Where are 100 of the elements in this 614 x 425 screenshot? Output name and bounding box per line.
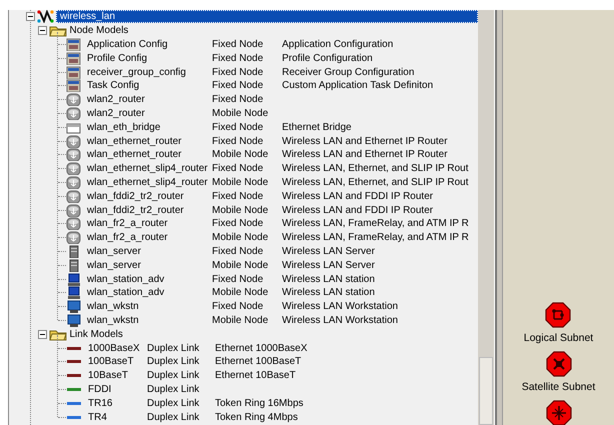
model-type: Duplex Link xyxy=(147,342,200,356)
router-icon xyxy=(66,217,81,230)
tree-item[interactable]: wireless_lan xyxy=(56,10,478,24)
model-name[interactable]: TR16 xyxy=(82,396,147,411)
model-description: Ethernet 100BaseT xyxy=(215,355,302,370)
model-name[interactable]: wlan_station_adv xyxy=(81,272,212,287)
scrollbar[interactable] xyxy=(478,10,494,425)
model-name[interactable]: wlan_ethernet_slip4_router xyxy=(81,174,212,190)
model-name[interactable]: receiver_group_config xyxy=(81,64,212,80)
model-name[interactable]: wlan_station_adv xyxy=(81,285,212,300)
collapse-toggle[interactable] xyxy=(38,26,47,36)
model-description: Wireless LAN Workstation xyxy=(282,300,398,314)
model-description: Custom Application Task Definiton xyxy=(282,79,434,94)
model-type: Fixed Node xyxy=(212,272,264,287)
model-type: Duplex Link xyxy=(147,410,200,425)
folder-icon xyxy=(49,328,67,341)
model-type: Mobile Node xyxy=(212,286,270,300)
model-name[interactable]: wlan_fddi2_tr2_router xyxy=(81,202,212,218)
model-name[interactable]: Application Config xyxy=(81,37,212,52)
computer-icon xyxy=(66,314,81,327)
model-name[interactable]: wlan_fr2_a_router xyxy=(81,230,212,246)
subnet-icon[interactable] xyxy=(546,350,572,377)
model-type: Fixed Node xyxy=(212,93,264,108)
model-name[interactable]: 100BaseT xyxy=(82,354,147,370)
router-icon xyxy=(66,231,81,244)
model-name[interactable]: wlan_wkstn xyxy=(81,312,212,328)
router-icon xyxy=(66,176,81,189)
model-description: Wireless LAN Workstation xyxy=(282,314,398,328)
model-description: Wireless LAN station xyxy=(282,286,375,300)
computer-icon xyxy=(66,272,81,286)
subnet-label: Satellite Subnet xyxy=(522,380,596,395)
model-description: Wireless LAN Server xyxy=(282,244,375,259)
model-description: Profile Configuration xyxy=(282,52,373,66)
model-type: Duplex Link xyxy=(147,369,200,384)
model-description: Wireless LAN, FrameRelay, and ATM IP R xyxy=(282,231,469,246)
model-name[interactable]: 10BaseT xyxy=(82,368,147,384)
model-description: Token Ring 16Mbps xyxy=(215,396,304,411)
config-icon xyxy=(66,79,81,92)
model-type: Duplex Link xyxy=(147,355,200,370)
model-name[interactable]: wlan_fddi2_tr2_router xyxy=(81,188,212,204)
model-type: Fixed Node xyxy=(212,52,264,66)
router-icon xyxy=(66,93,81,106)
model-type: Mobile Node xyxy=(212,176,270,190)
model-description: Wireless LAN Server xyxy=(282,258,375,273)
model-description: Ethernet 10BaseT xyxy=(215,369,296,384)
model-name[interactable]: wlan_wkstn xyxy=(81,299,212,314)
bridge-icon xyxy=(66,120,81,134)
folder-icon xyxy=(49,24,67,38)
model-name[interactable]: wlan2_router xyxy=(81,92,212,108)
tree-item[interactable]: Link Models xyxy=(67,326,123,342)
model-description: Application Configuration xyxy=(282,38,394,52)
router-icon xyxy=(66,134,81,148)
model-description: Wireless LAN, Ethernet, and SLIP IP Rout xyxy=(282,176,468,190)
model-name[interactable]: wlan2_router xyxy=(81,106,212,121)
model-description: Wireless LAN, Ethernet, and SLIP IP Rout xyxy=(282,162,468,176)
model-type: Fixed Node xyxy=(212,217,264,232)
model-name[interactable]: wlan_fr2_a_router xyxy=(81,216,212,232)
model-name[interactable]: wlan_ethernet_slip4_router xyxy=(81,161,212,176)
router-icon xyxy=(66,162,81,176)
model-description: Wireless LAN and FDDI IP Router xyxy=(282,190,433,204)
model-description: Ethernet Bridge xyxy=(282,120,352,135)
model-type: Mobile Node xyxy=(212,231,270,246)
computer-icon xyxy=(66,300,81,314)
model-type: Mobile Node xyxy=(212,204,270,218)
config-icon xyxy=(66,38,81,51)
router-icon xyxy=(66,204,81,217)
model-name[interactable]: TR4 xyxy=(82,410,147,425)
model-name[interactable]: FDDI xyxy=(82,382,147,397)
model-name[interactable]: 1000BaseX xyxy=(82,340,147,356)
model-type: Duplex Link xyxy=(147,396,200,411)
model-description: Ethernet 1000BaseX xyxy=(215,342,308,356)
subnet-label: Logical Subnet xyxy=(524,331,594,346)
model-type: Fixed Node xyxy=(212,79,264,94)
model-description: Wireless LAN and Ethernet IP Router xyxy=(282,148,448,162)
model-name[interactable]: Task Config xyxy=(81,78,212,94)
model-name[interactable]: wlan_server xyxy=(81,258,212,273)
model-description: Wireless LAN station xyxy=(282,272,375,287)
subnet-icon[interactable] xyxy=(546,400,572,425)
collapse-toggle[interactable] xyxy=(38,330,47,339)
network-icon xyxy=(37,10,54,24)
model-description: Receiver Group Configuration xyxy=(282,66,414,80)
subnet-icon[interactable] xyxy=(545,302,572,328)
model-name[interactable]: Profile Config xyxy=(81,50,212,66)
config-icon xyxy=(66,66,81,79)
model-type: Mobile Node xyxy=(212,314,270,328)
model-type: Mobile Node xyxy=(212,106,270,121)
model-name[interactable]: wlan_ethernet_router xyxy=(81,147,212,162)
model-type: Fixed Node xyxy=(212,300,264,314)
model-name[interactable]: wlan_ethernet_router xyxy=(81,134,212,149)
router-icon xyxy=(66,148,81,162)
collapse-toggle[interactable] xyxy=(26,12,35,22)
model-type: Duplex Link xyxy=(147,382,200,397)
model-type: Fixed Node xyxy=(212,134,264,149)
router-icon xyxy=(66,190,81,203)
tree-item[interactable]: Node Models xyxy=(67,23,128,38)
splitter[interactable] xyxy=(495,10,503,425)
model-description: Wireless LAN and FDDI IP Router xyxy=(282,204,433,218)
model-name[interactable]: wlan_server xyxy=(81,244,212,259)
model-name[interactable]: wlan_eth_bridge xyxy=(81,120,212,135)
computer-icon xyxy=(66,286,81,300)
